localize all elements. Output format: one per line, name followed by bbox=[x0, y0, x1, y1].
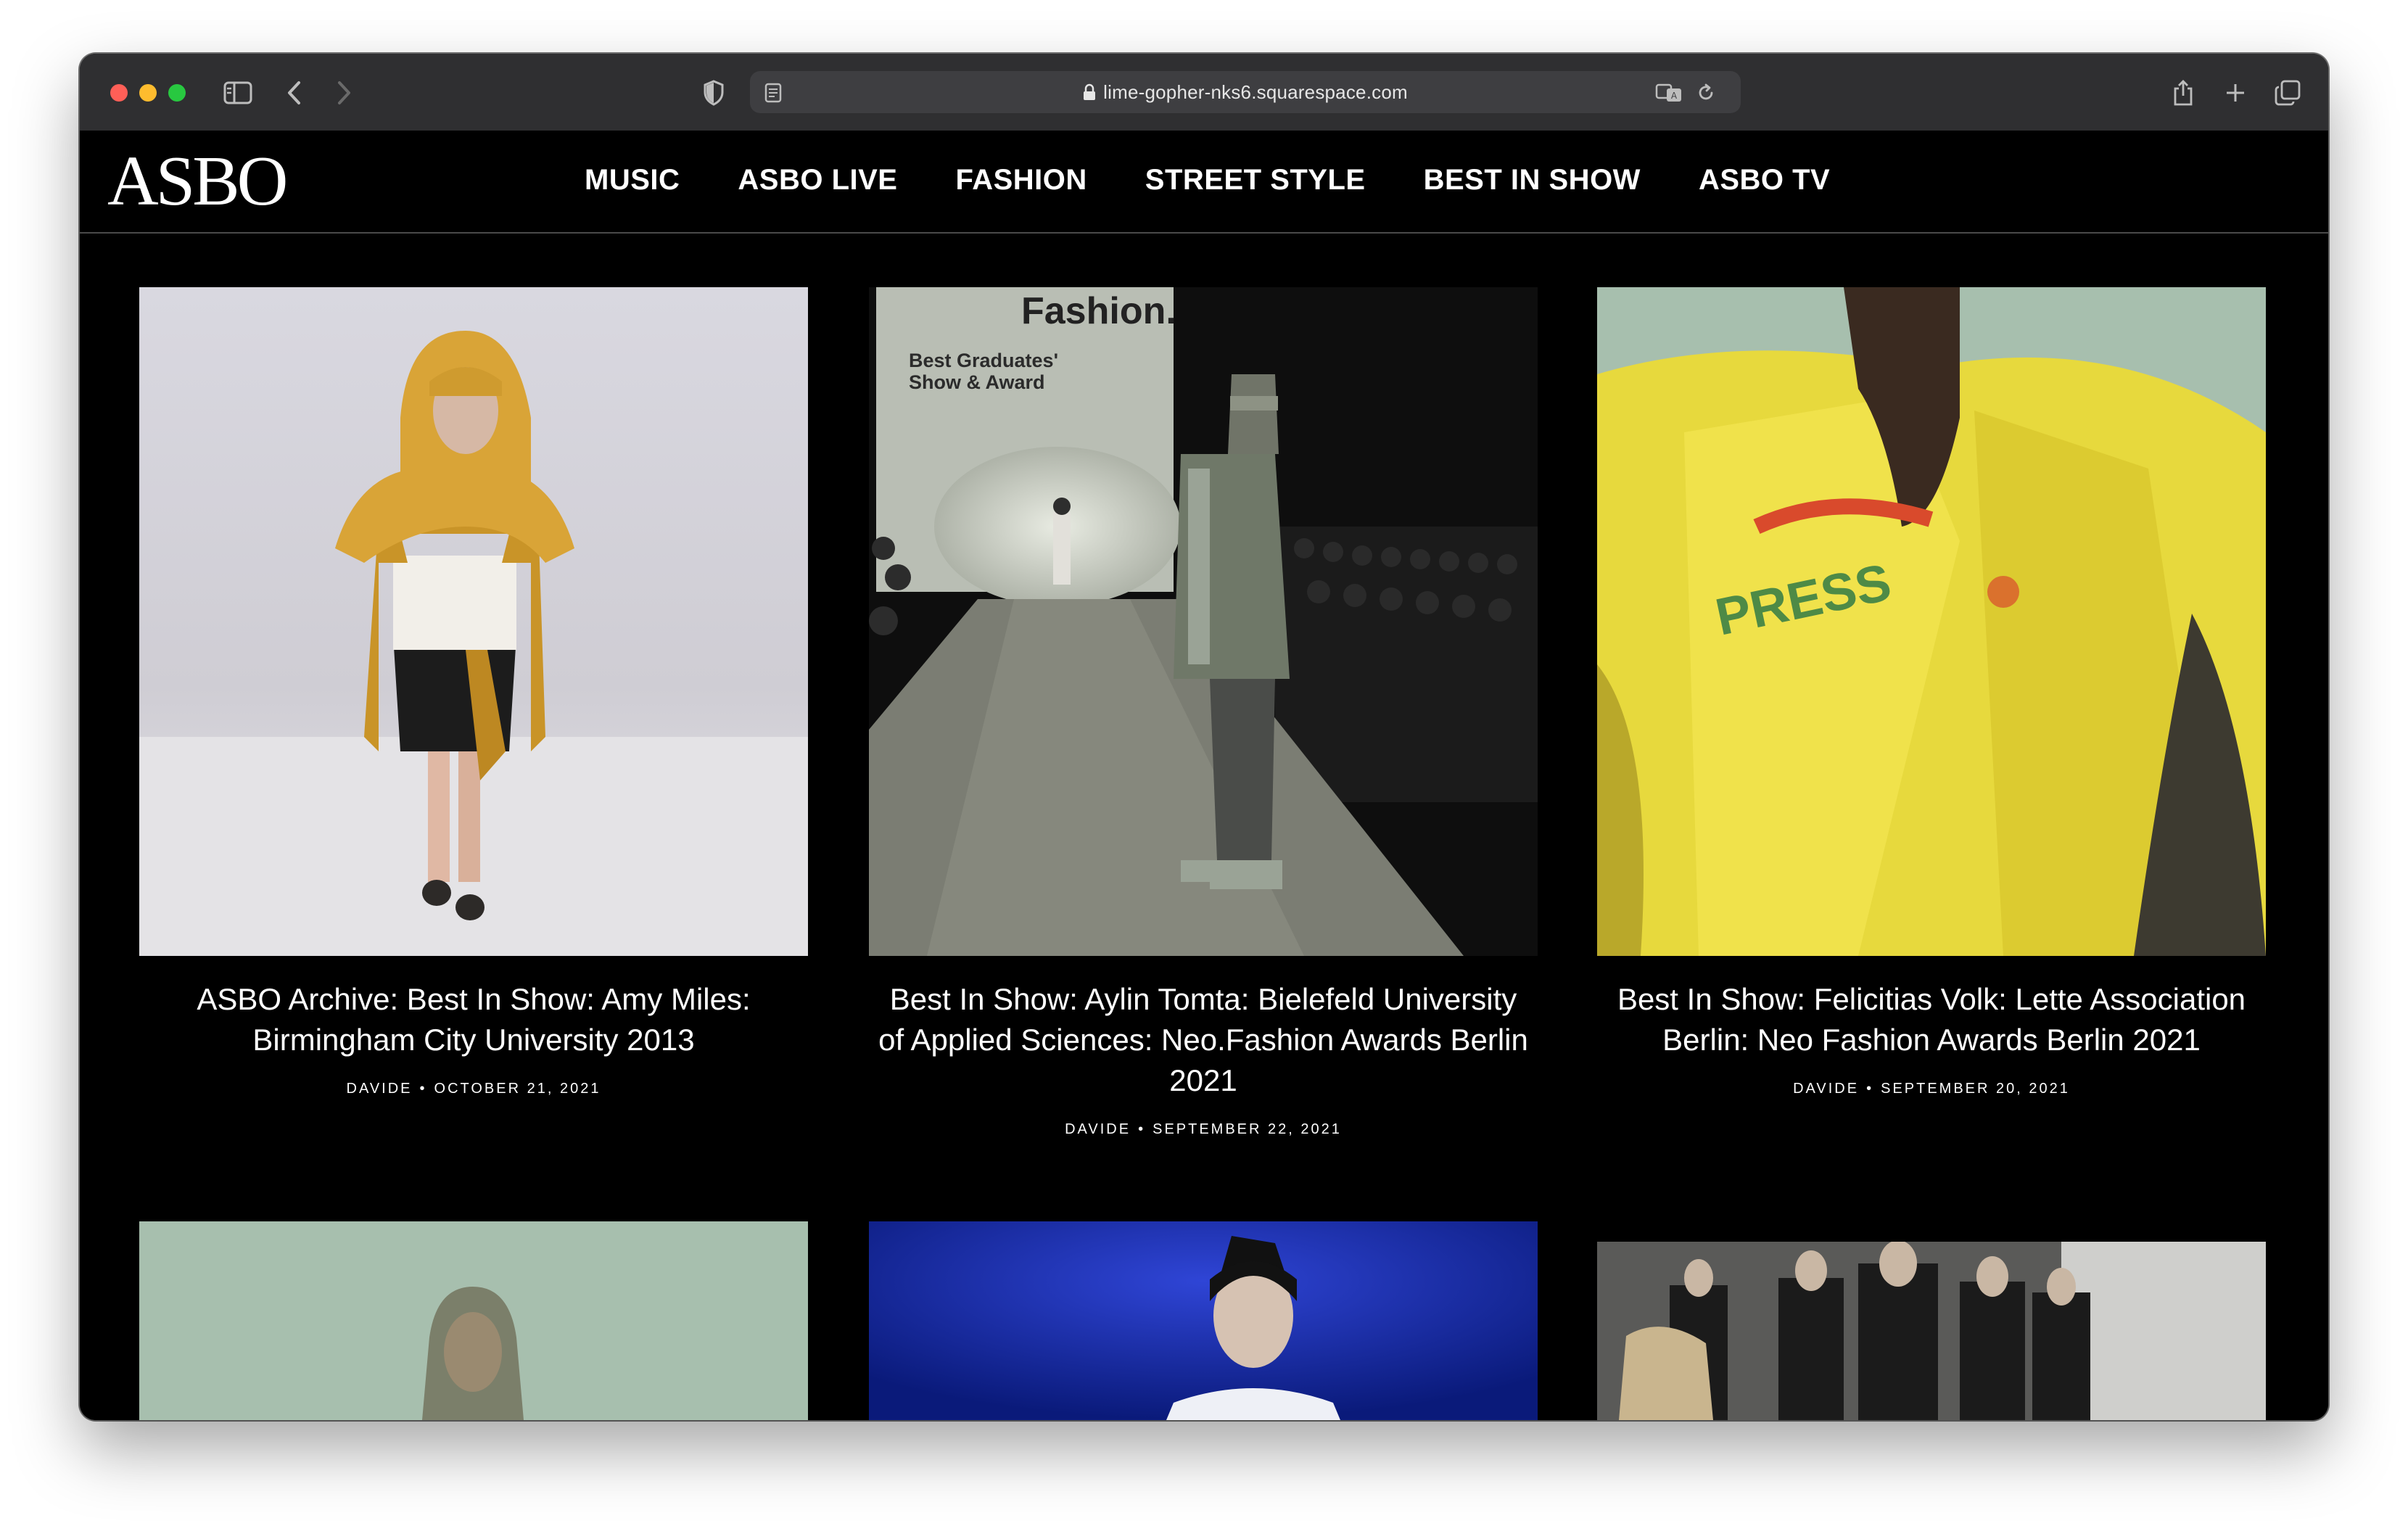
post-thumbnail[interactable] bbox=[139, 1221, 808, 1420]
post-meta: DAVIDE • OCTOBER 21, 2021 bbox=[139, 1081, 808, 1097]
post-meta: DAVIDE • SEPTEMBER 20, 2021 bbox=[1597, 1081, 2266, 1097]
minimize-window-button[interactable] bbox=[139, 84, 157, 102]
site-logo[interactable]: ASBO bbox=[107, 145, 288, 218]
post-card[interactable] bbox=[869, 1221, 1538, 1420]
post-title[interactable]: ASBO Archive: Best In Show: Amy Miles: B… bbox=[139, 979, 808, 1060]
url-text: lime-gopher-nks6.squarespace.com bbox=[1103, 81, 1408, 103]
nav-item-asbo-tv[interactable]: ASBO TV bbox=[1699, 158, 1830, 202]
forward-icon[interactable] bbox=[323, 73, 364, 113]
new-tab-icon[interactable] bbox=[2215, 73, 2256, 113]
reload-icon[interactable] bbox=[1686, 73, 1726, 113]
back-icon[interactable] bbox=[274, 73, 315, 113]
post-title[interactable]: Best In Show: Aylin Tomta: Bielefeld Uni… bbox=[869, 979, 1538, 1101]
post-thumbnail[interactable]: Fashion. Best Graduates' Show & Award bbox=[869, 287, 1538, 956]
post-card[interactable]: ASBO Archive: Best In Show: Amy Miles: B… bbox=[139, 287, 808, 1097]
post-date: SEPTEMBER 22, 2021 bbox=[1153, 1121, 1342, 1137]
meta-separator: • bbox=[1138, 1121, 1146, 1137]
post-date: OCTOBER 21, 2021 bbox=[434, 1081, 601, 1097]
translate-icon[interactable]: A bbox=[1649, 73, 1690, 113]
post-card[interactable]: Fashion. Best Graduates' Show & Award Be… bbox=[869, 287, 1538, 1138]
image-caption-2: Show & Award bbox=[909, 371, 1045, 393]
nav-item-best-in-show[interactable]: BEST IN SHOW bbox=[1424, 158, 1641, 202]
tab-overview-icon[interactable] bbox=[2267, 73, 2308, 113]
svg-text:A: A bbox=[1671, 91, 1678, 101]
post-author[interactable]: DAVIDE bbox=[347, 1081, 413, 1097]
post-grid: ASBO Archive: Best In Show: Amy Miles: B… bbox=[80, 234, 2328, 1420]
post-thumbnail[interactable] bbox=[139, 287, 808, 956]
nav-item-street-style[interactable]: STREET STYLE bbox=[1145, 158, 1366, 202]
post-meta: DAVIDE • SEPTEMBER 22, 2021 bbox=[869, 1121, 1538, 1138]
post-date: SEPTEMBER 20, 2021 bbox=[1881, 1081, 2070, 1097]
meta-separator: • bbox=[419, 1081, 427, 1097]
sidebar-toggle-icon[interactable] bbox=[218, 73, 258, 113]
post-card[interactable]: PRESS Best In Show: Felicitias Volk: Let… bbox=[1597, 287, 2266, 1097]
image-caption-1: Best Graduates' bbox=[909, 350, 1058, 371]
nav-item-fashion[interactable]: FASHION bbox=[955, 158, 1087, 202]
lock-icon bbox=[1083, 83, 1096, 101]
privacy-shield-icon[interactable] bbox=[693, 73, 734, 113]
post-title[interactable]: Best In Show: Felicitias Volk: Lette Ass… bbox=[1597, 979, 2266, 1060]
share-icon[interactable] bbox=[2163, 73, 2203, 113]
address-bar[interactable]: lime-gopher-nks6.squarespace.com A bbox=[750, 71, 1741, 113]
browser-window: lime-gopher-nks6.squarespace.com A ASBO … bbox=[80, 54, 2328, 1420]
main-nav: MUSIC ASBO LIVE FASHION STREET STYLE BES… bbox=[585, 158, 1888, 202]
post-thumbnail[interactable] bbox=[869, 1221, 1538, 1420]
post-card[interactable] bbox=[139, 1221, 808, 1420]
post-author[interactable]: DAVIDE bbox=[1065, 1121, 1131, 1137]
image-brand-text: Fashion. bbox=[1021, 290, 1176, 332]
site-header: ASBO MUSIC ASBO LIVE FASHION STREET STYL… bbox=[80, 131, 2328, 234]
zoom-window-button[interactable] bbox=[168, 84, 186, 102]
post-author[interactable]: DAVIDE bbox=[1793, 1081, 1859, 1097]
nav-item-asbo-live[interactable]: ASBO LIVE bbox=[738, 158, 897, 202]
browser-toolbar: lime-gopher-nks6.squarespace.com A bbox=[80, 54, 2328, 132]
post-card[interactable] bbox=[1597, 1221, 2266, 1420]
post-thumbnail[interactable] bbox=[1597, 1242, 2266, 1420]
nav-item-music[interactable]: MUSIC bbox=[585, 158, 680, 202]
meta-separator: • bbox=[1866, 1081, 1874, 1097]
post-thumbnail[interactable]: PRESS bbox=[1597, 287, 2266, 956]
close-window-button[interactable] bbox=[110, 84, 128, 102]
